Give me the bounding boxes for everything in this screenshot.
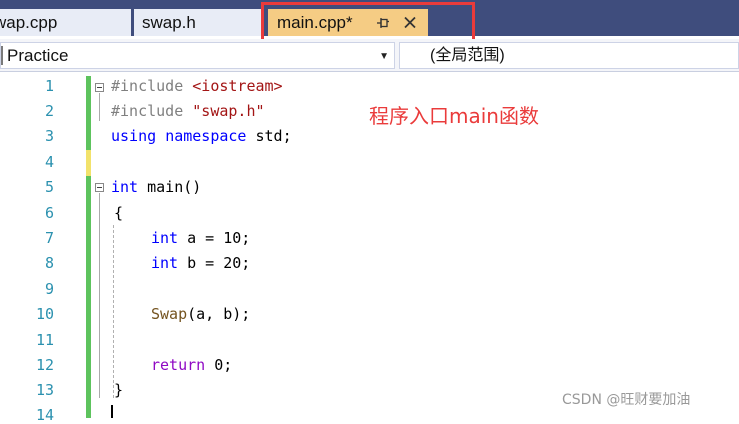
preprocessor-directive: #include: [111, 77, 193, 95]
collapse-icon[interactable]: [95, 183, 104, 192]
line-number: 2: [44, 102, 54, 120]
code-text: {: [114, 204, 124, 222]
close-icon[interactable]: [403, 9, 417, 36]
line-number: 7: [44, 229, 54, 247]
include-header: "swap.h": [192, 102, 265, 120]
scope-label: (全局范围): [430, 47, 505, 64]
line-number: 11: [35, 331, 54, 349]
code-line-3[interactable]: using namespace std;: [111, 127, 292, 145]
tab-swap-h[interactable]: swap.h: [134, 9, 263, 36]
keyword: return: [151, 356, 206, 374]
indent-guide: [113, 225, 114, 398]
code-line-2[interactable]: #include "swap.h": [111, 102, 265, 120]
watermark: CSDN @旺财要加油: [562, 392, 691, 408]
line-number: 9: [44, 280, 54, 298]
line-number-gutter: 1 2 3 4 5 6 7 8 9 10 11 12 13 14: [0, 72, 84, 424]
keyword: using: [111, 127, 157, 145]
line-number: 12: [35, 356, 54, 374]
function-name: main(): [138, 178, 202, 196]
keyword: int: [151, 254, 179, 272]
code-line-7[interactable]: int a = 10;: [151, 229, 250, 247]
function-call: Swap: [151, 305, 188, 323]
line-number: 14: [35, 406, 54, 424]
code-line-13[interactable]: }: [114, 381, 123, 399]
keyword: int: [111, 178, 139, 196]
project-indicator: [1, 46, 3, 65]
annotation-text: 程序入口main函数: [369, 104, 539, 128]
tab-main-cpp[interactable]: main.cpp*: [268, 9, 428, 36]
code-text: }: [114, 381, 124, 399]
code-line-8[interactable]: int b = 20;: [151, 254, 250, 272]
code-line-5[interactable]: int main(): [111, 178, 201, 196]
tab-label: wap.cpp: [0, 13, 58, 32]
line-number: 13: [35, 381, 54, 399]
code-line-1[interactable]: #include <iostream>: [111, 77, 283, 95]
collapse-icon[interactable]: [95, 83, 104, 92]
code-text: (a, b);: [187, 305, 251, 323]
preprocessor-directive: #include: [111, 102, 193, 120]
code-line-6[interactable]: {: [114, 204, 123, 222]
code-line-10[interactable]: Swap(a, b);: [151, 305, 250, 323]
scope-dropdown[interactable]: (全局范围): [399, 42, 739, 69]
code-text: a = 10;: [178, 229, 251, 247]
navigation-bar: Practice ▼ (全局范围): [0, 39, 739, 72]
unsaved-line-marker: [86, 150, 91, 176]
document-tab-bar: wap.cpp swap.h main.cpp*: [0, 0, 739, 36]
line-number: 5: [44, 178, 54, 196]
code-text: std;: [246, 127, 292, 145]
keyword: int: [151, 229, 179, 247]
tab-label: swap.h: [142, 13, 196, 32]
line-number: 1: [44, 77, 54, 95]
code-line-12[interactable]: return 0;: [151, 356, 232, 374]
project-name: Practice: [7, 46, 69, 65]
code-text: 0;: [205, 356, 233, 374]
changed-line-marker: [86, 176, 91, 418]
tab-label: main.cpp*: [277, 13, 353, 32]
include-header: <iostream>: [192, 77, 283, 95]
line-number: 4: [44, 153, 54, 171]
line-number: 3: [44, 127, 54, 145]
tab-swap-cpp[interactable]: wap.cpp: [0, 9, 131, 36]
keyword: namespace: [165, 127, 247, 145]
chevron-down-icon[interactable]: ▼: [379, 44, 389, 69]
pin-icon[interactable]: [376, 9, 390, 36]
text-cursor: [111, 405, 113, 418]
outline-line: [99, 193, 100, 398]
line-number: 6: [44, 204, 54, 222]
outline-line: [99, 93, 100, 121]
line-number: 10: [35, 305, 54, 323]
line-number: 8: [44, 254, 54, 272]
changed-line-marker: [86, 76, 91, 150]
project-dropdown[interactable]: Practice ▼: [0, 42, 395, 69]
code-text: b = 20;: [178, 254, 251, 272]
